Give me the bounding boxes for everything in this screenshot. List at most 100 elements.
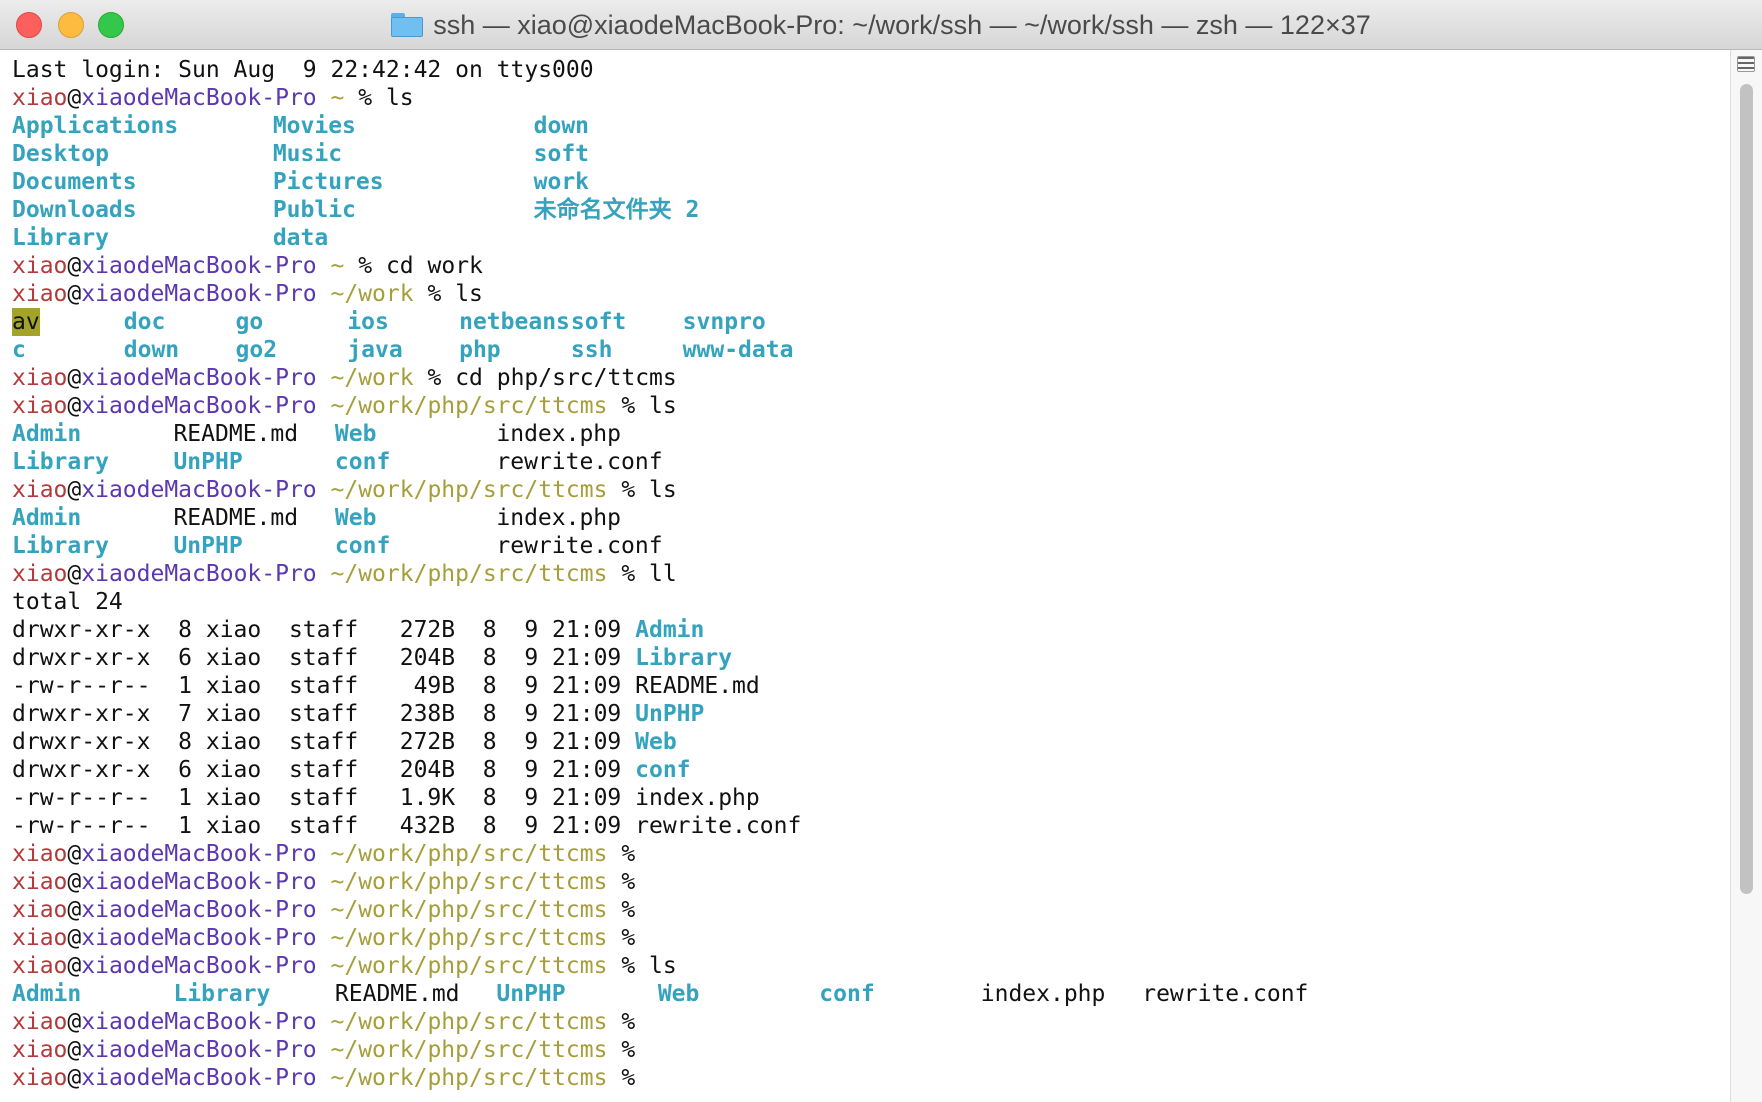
terminal-line: Library UnPHP conf rewrite.conf [12, 448, 1730, 476]
directory-entry[interactable]: php [459, 336, 501, 364]
directory-entry[interactable]: UnPHP [173, 448, 242, 476]
directory-entry[interactable]: conf [635, 757, 690, 783]
directory-entry[interactable]: Admin [12, 420, 81, 448]
file-entry[interactable]: index.php [496, 420, 621, 448]
file-entry[interactable]: index.php [635, 785, 760, 811]
scrollback-icon[interactable] [1737, 56, 1755, 72]
directory-entry[interactable]: conf [819, 980, 874, 1008]
prompt-host: xiaodeMacBook-Pro [81, 365, 317, 391]
directory-entry[interactable]: down [534, 112, 589, 140]
terminal-line: drwxr-xr-x 6 xiao staff 204B 8 9 21:09 c… [12, 756, 1730, 784]
directory-entry[interactable]: Library [12, 448, 109, 476]
directory-entry[interactable]: soft [571, 308, 626, 336]
directory-entry[interactable]: Applications [12, 112, 178, 140]
prompt-sign: % [621, 869, 636, 895]
directory-entry[interactable]: java [347, 336, 402, 364]
file-entry[interactable]: README.md [173, 420, 298, 448]
directory-entry[interactable]: UnPHP [635, 701, 704, 727]
prompt-sign: % [358, 85, 373, 111]
terminal-line: xiao@xiaodeMacBook-Pro ~/work/php/src/tt… [12, 560, 1730, 588]
file-entry[interactable]: rewrite.conf [496, 532, 662, 560]
prompt-path: ~/work/php/src/ttcms [330, 393, 608, 419]
prompt-user: xiao [12, 393, 68, 419]
command-text: ls [649, 393, 677, 419]
directory-entry[interactable]: Web [335, 420, 377, 448]
directory-entry[interactable]: Library [12, 532, 109, 560]
window-title-wrap: ssh — xiao@xiaodeMacBook-Pro: ~/work/ssh… [0, 0, 1762, 50]
directory-entry[interactable]: Library [173, 980, 270, 1008]
file-entry[interactable]: index.php [496, 504, 621, 532]
scrollbar-thumb[interactable] [1740, 84, 1753, 894]
directory-entry[interactable]: conf [335, 532, 390, 560]
prompt-at: @ [67, 281, 82, 307]
terminal-line: Desktop Music soft [12, 140, 1730, 168]
directory-entry[interactable]: data [273, 224, 328, 252]
file-entry[interactable]: README.md [173, 504, 298, 532]
file-entry[interactable]: rewrite.conf [635, 813, 801, 839]
directory-entry[interactable]: Downloads [12, 196, 137, 224]
directory-entry[interactable]: go2 [236, 336, 278, 364]
prompt-user: xiao [12, 281, 68, 307]
prompt-user: xiao [12, 1009, 68, 1035]
directory-entry[interactable]: c [12, 336, 26, 364]
title-bar[interactable]: ssh — xiao@xiaodeMacBook-Pro: ~/work/ssh… [0, 0, 1762, 50]
directory-entry[interactable]: Library [635, 645, 732, 671]
vertical-scrollbar[interactable] [1730, 50, 1762, 1102]
prompt-path: ~ [330, 253, 345, 279]
prompt-user: xiao [12, 953, 68, 979]
directory-entry[interactable]: Movies [273, 112, 356, 140]
file-entry[interactable]: README.md [335, 980, 460, 1008]
terminal-line: Admin README.md Web index.php [12, 504, 1730, 532]
directory-entry[interactable]: www-data [683, 336, 794, 364]
directory-entry[interactable]: Web [635, 729, 677, 755]
file-entry[interactable]: rewrite.conf [1142, 980, 1308, 1008]
directory-entry[interactable]: Admin [635, 617, 704, 643]
directory-entry[interactable]: netbeans [459, 308, 570, 336]
directory-entry[interactable]: ios [347, 308, 389, 336]
directory-entry[interactable]: UnPHP [173, 532, 242, 560]
directory-entry[interactable]: go [236, 308, 264, 336]
directory-entry[interactable]: Public [273, 196, 356, 224]
terminal-line: xiao@xiaodeMacBook-Pro ~/work/php/src/tt… [12, 1064, 1730, 1092]
directory-entry[interactable]: conf [335, 448, 390, 476]
directory-entry[interactable]: Admin [12, 980, 81, 1008]
directory-entry[interactable]: Library [12, 224, 109, 252]
directory-entry[interactable]: 未命名文件夹 2 [534, 196, 700, 224]
directory-entry[interactable]: svnpro [683, 308, 766, 336]
directory-entry[interactable]: work [534, 168, 589, 196]
terminal-line: xiao@xiaodeMacBook-Pro ~ % cd work [12, 252, 1730, 280]
directory-entry[interactable]: soft [534, 140, 589, 168]
terminal-line: xiao@xiaodeMacBook-Pro ~/work % ls [12, 280, 1730, 308]
file-entry[interactable]: rewrite.conf [496, 448, 662, 476]
directory-entry[interactable]: Documents [12, 168, 137, 196]
directory-entry[interactable]: down [124, 336, 179, 364]
prompt-sign: % [621, 953, 636, 979]
file-entry[interactable]: README.md [635, 673, 760, 699]
terminal-line: Last login: Sun Aug 9 22:42:42 on ttys00… [12, 56, 1730, 84]
listing-meta: -rw-r--r-- 1 xiao staff 49B 8 9 21:09 [12, 673, 636, 699]
file-entry[interactable]: index.php [981, 980, 1106, 1008]
listing-meta: drwxr-xr-x 7 xiao staff 238B 8 9 21:09 [12, 701, 636, 727]
directory-entry[interactable]: Desktop [12, 140, 109, 168]
directory-entry[interactable]: Admin [12, 504, 81, 532]
terminal-line: Admin Library README.md UnPHP Web conf index.p… [12, 980, 1730, 1008]
terminal-line: xiao@xiaodeMacBook-Pro ~/work/php/src/tt… [12, 952, 1730, 980]
terminal-line: xiao@xiaodeMacBook-Pro ~/work/php/src/tt… [12, 476, 1730, 504]
directory-entry[interactable]: doc [124, 308, 166, 336]
prompt-sign: % [621, 393, 636, 419]
directory-entry[interactable]: Web [335, 504, 377, 532]
prompt-path: ~/work/php/src/ttcms [330, 925, 608, 951]
directory-entry[interactable]: av [12, 308, 40, 336]
prompt-user: xiao [12, 477, 68, 503]
prompt-host: xiaodeMacBook-Pro [81, 897, 317, 923]
directory-entry[interactable]: Pictures [273, 168, 384, 196]
terminal-line: xiao@xiaodeMacBook-Pro ~/work/php/src/tt… [12, 392, 1730, 420]
directory-entry[interactable]: ssh [571, 336, 613, 364]
directory-entry[interactable]: Music [273, 140, 342, 168]
prompt-path: ~ [330, 85, 345, 111]
directory-entry[interactable]: UnPHP [496, 980, 565, 1008]
terminal-output[interactable]: Last login: Sun Aug 9 22:42:42 on ttys00… [0, 50, 1730, 1102]
prompt-at: @ [67, 1009, 82, 1035]
prompt-sign: % [621, 1009, 636, 1035]
directory-entry[interactable]: Web [658, 980, 700, 1008]
